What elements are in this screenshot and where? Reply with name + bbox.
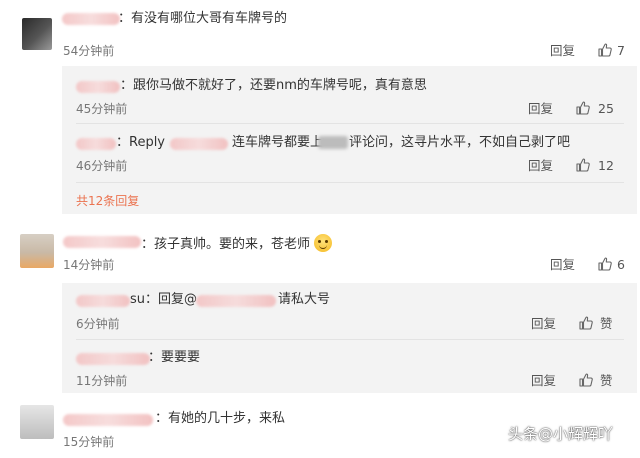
comment-text: ：有她的几十步，来私 bbox=[155, 411, 286, 426]
comment-time: 14分钟前 bbox=[63, 258, 115, 272]
reply-text: 评论问，这寻片水平，不如自己剥了吧 bbox=[349, 135, 571, 150]
username-blurred[interactable] bbox=[196, 295, 276, 307]
watermark-prefix: 头条 bbox=[508, 425, 539, 443]
username-blurred[interactable] bbox=[76, 81, 120, 93]
reply-button[interactable]: 回复 bbox=[528, 102, 553, 116]
reply-button[interactable]: 回复 bbox=[531, 317, 556, 331]
reply-time: 46分钟前 bbox=[76, 159, 128, 173]
reply-text: ：Reply bbox=[116, 135, 166, 150]
thumbs-up-icon[interactable] bbox=[597, 256, 613, 272]
avatar[interactable] bbox=[20, 234, 54, 268]
redacted-text bbox=[318, 136, 348, 149]
watermark: 头条@小辉辉吖 bbox=[508, 425, 613, 443]
thumbs-up-icon[interactable] bbox=[578, 372, 594, 388]
divider bbox=[76, 339, 624, 340]
username-blurred[interactable] bbox=[63, 236, 141, 248]
comment-text-content: ：孩子真帅。要的来，苍老师 bbox=[141, 237, 311, 252]
comment-text: ：有没有哪位大哥有车牌号的 bbox=[118, 11, 288, 26]
like-count: 12 bbox=[598, 158, 614, 173]
like-label[interactable]: 赞 bbox=[600, 374, 613, 388]
reply-button[interactable]: 回复 bbox=[550, 258, 575, 272]
reply-text: su：回复@ bbox=[130, 292, 198, 307]
thumbs-up-icon[interactable] bbox=[575, 100, 591, 116]
watermark-handle: @小辉辉吖 bbox=[538, 425, 614, 443]
reply-text: 连车牌号都要上 bbox=[232, 135, 324, 150]
reply-text: ：要要要 bbox=[148, 350, 201, 365]
smile-emoji-icon bbox=[314, 234, 333, 252]
thumbs-up-icon[interactable] bbox=[597, 42, 613, 58]
reply-button[interactable]: 回复 bbox=[528, 159, 553, 173]
more-replies-link[interactable]: 共12条回复 bbox=[76, 194, 139, 208]
comment-time: 54分钟前 bbox=[63, 44, 115, 58]
username-blurred[interactable] bbox=[170, 138, 228, 150]
reply-text: 请私大号 bbox=[278, 292, 331, 307]
divider bbox=[76, 182, 624, 183]
username-blurred[interactable] bbox=[76, 138, 116, 150]
like-count: 6 bbox=[617, 257, 625, 272]
reply-time: 11分钟前 bbox=[76, 374, 128, 388]
divider bbox=[76, 123, 624, 124]
avatar[interactable] bbox=[22, 18, 52, 50]
thumbs-up-icon[interactable] bbox=[575, 157, 591, 173]
like-count: 25 bbox=[598, 101, 614, 116]
like-count: 7 bbox=[617, 43, 625, 58]
username-blurred[interactable] bbox=[62, 13, 120, 25]
username-blurred[interactable] bbox=[76, 353, 150, 365]
thumbs-up-icon[interactable] bbox=[578, 315, 594, 331]
reply-time: 6分钟前 bbox=[76, 317, 120, 331]
username-blurred[interactable] bbox=[63, 414, 153, 426]
username-blurred[interactable] bbox=[76, 295, 130, 307]
reply-button[interactable]: 回复 bbox=[531, 374, 556, 388]
like-label[interactable]: 赞 bbox=[600, 317, 613, 331]
comment-time: 15分钟前 bbox=[63, 435, 115, 449]
comment-text: ：孩子真帅。要的来，苍老师 bbox=[141, 234, 333, 253]
avatar[interactable] bbox=[20, 405, 54, 439]
reply-text: ：跟你马做不就好了，还要nm的车牌号呢，真有意思 bbox=[120, 78, 427, 93]
reply-button[interactable]: 回复 bbox=[550, 44, 575, 58]
reply-time: 45分钟前 bbox=[76, 102, 128, 116]
